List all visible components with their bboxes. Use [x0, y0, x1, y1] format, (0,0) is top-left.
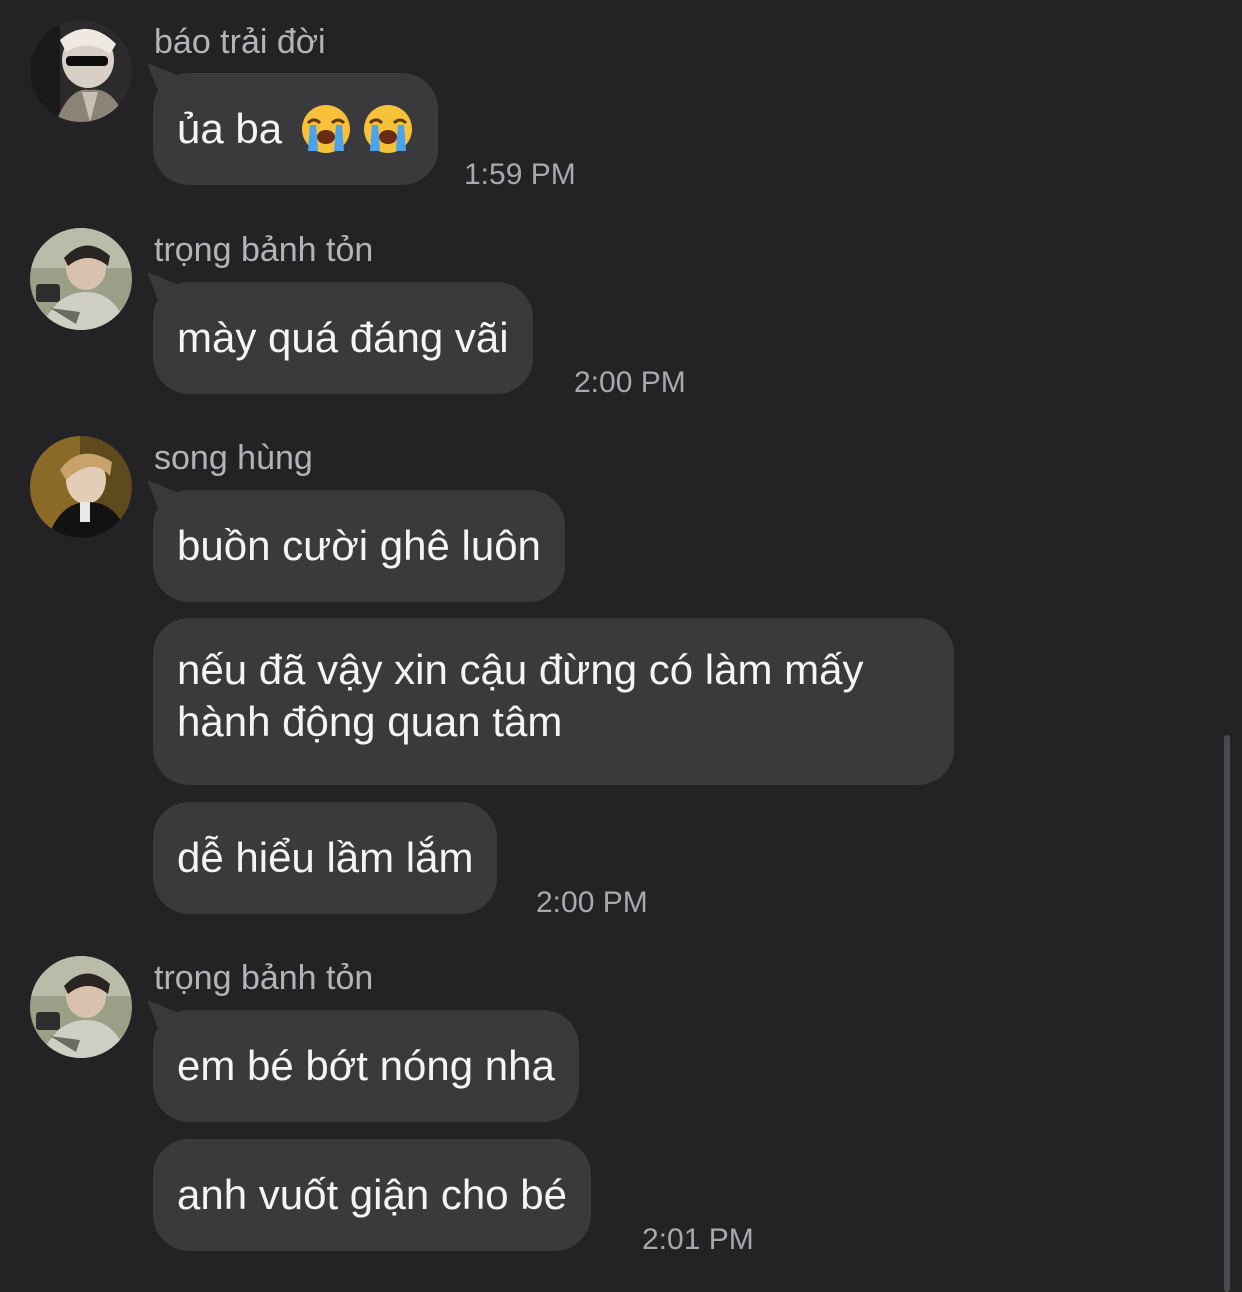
- message-text: anh vuốt giận cho bé: [177, 1171, 567, 1218]
- message-bubble[interactable]: ủa ba: [153, 73, 439, 185]
- message-bubble[interactable]: mày quá đáng vãi: [153, 282, 533, 394]
- scrollbar[interactable]: [1224, 735, 1230, 1292]
- message-text: mày quá đáng vãi: [177, 314, 509, 361]
- message-text: buồn cười ghê luôn: [177, 522, 541, 569]
- message-bubble[interactable]: em bé bớt nóng nha: [153, 1010, 579, 1122]
- sender-name: trọng bảnh tỏn: [154, 231, 374, 269]
- loudly-crying-face-icon: [302, 105, 351, 153]
- message-bubble[interactable]: anh vuốt giận cho bé: [153, 1139, 591, 1251]
- avatar-trong-banh-ton[interactable]: [30, 956, 132, 1058]
- message-text: nếu đã vậy xin cậu đừng có làm mấy hành …: [177, 646, 864, 745]
- message-timestamp: 2:00 PM: [536, 886, 648, 919]
- avatar-bao-trai-doi[interactable]: [30, 20, 132, 122]
- message-bubble[interactable]: dễ hiểu lầm lắm: [153, 802, 498, 914]
- message-timestamp: 2:00 PM: [574, 366, 686, 399]
- avatar-photo-icon: [30, 20, 132, 122]
- avatar-photo-icon: [30, 956, 132, 1058]
- sender-name: song hùng: [154, 439, 313, 477]
- message-text: em bé bớt nóng nha: [177, 1042, 555, 1089]
- avatar-trong-banh-ton[interactable]: [30, 228, 132, 330]
- message-bubble[interactable]: nếu đã vậy xin cậu đừng có làm mấy hành …: [153, 618, 954, 785]
- message-text: ủa ba: [177, 105, 283, 152]
- message-text: dễ hiểu lầm lắm: [177, 834, 474, 881]
- avatar-song-hung[interactable]: [30, 436, 132, 538]
- message-bubble[interactable]: buồn cười ghê luôn: [153, 490, 565, 602]
- message-timestamp: 2:01 PM: [642, 1223, 754, 1256]
- message-timestamp: 1:59 PM: [464, 158, 576, 191]
- avatar-photo-icon: [30, 436, 132, 538]
- sender-name: trọng bảnh tỏn: [154, 959, 374, 997]
- loudly-crying-face-icon: [364, 105, 413, 153]
- avatar-photo-icon: [30, 228, 132, 330]
- sender-name: báo trải đời: [154, 23, 326, 61]
